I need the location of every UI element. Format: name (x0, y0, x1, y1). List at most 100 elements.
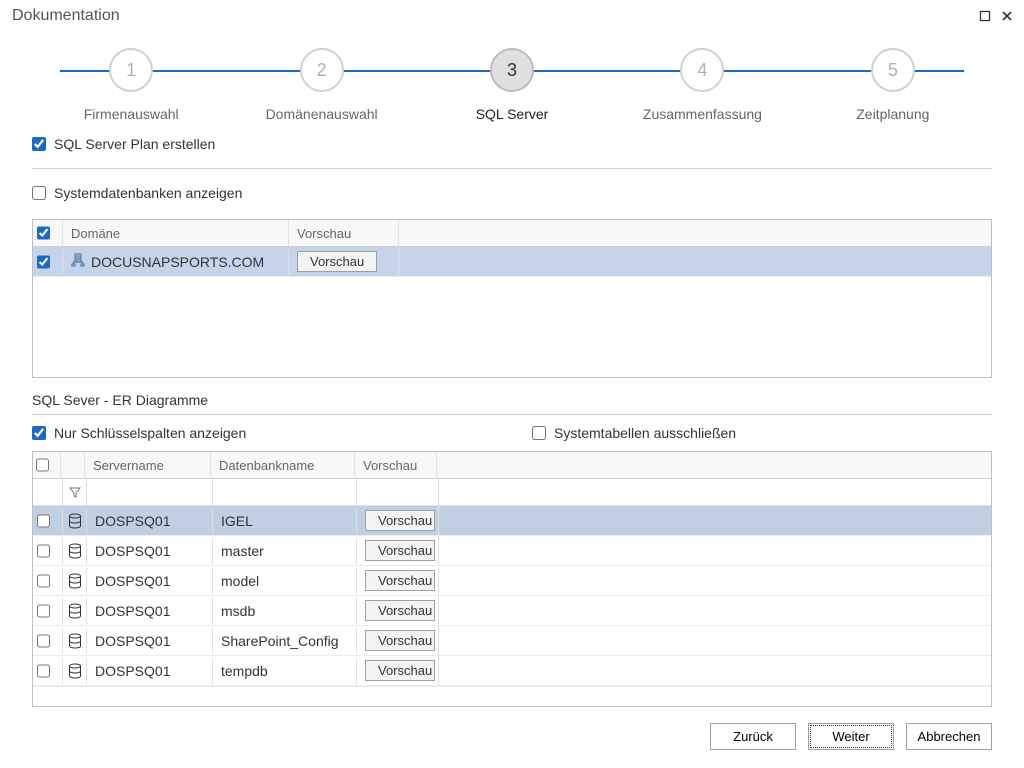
filter-server[interactable] (87, 479, 213, 505)
header-domain[interactable]: Domäne (63, 220, 289, 246)
checkbox-create-plan-input[interactable] (32, 137, 46, 151)
header-spacer (399, 220, 991, 246)
header-db[interactable]: Datenbankname (211, 452, 355, 478)
row-checkbox[interactable] (37, 634, 50, 648)
checkbox-keycols-input[interactable] (32, 426, 46, 440)
database-table: Servername Datenbankname Vorschau DOSPSQ… (32, 451, 992, 707)
database-name: IGEL (213, 508, 357, 534)
database-name: tempdb (213, 658, 357, 684)
wizard-step-number: 2 (300, 48, 344, 92)
checkbox-systables-input[interactable] (532, 426, 546, 440)
table-row[interactable]: DOSPSQ01msdb Vorschau (33, 596, 991, 626)
preview-button[interactable]: Vorschau (365, 540, 435, 561)
database-name: master (213, 538, 357, 564)
checkbox-systables[interactable]: Systemtabellen ausschließen (532, 425, 992, 441)
header-spacer (437, 452, 991, 478)
wizard-step-1[interactable]: 1 Firmenauswahl (36, 48, 226, 122)
select-all-checkbox[interactable] (37, 226, 50, 240)
database-icon (63, 568, 87, 594)
row-checkbox[interactable] (37, 255, 50, 269)
database-icon (63, 628, 87, 654)
server-name: DOSPSQ01 (87, 658, 213, 684)
table-filter-row (33, 479, 991, 506)
checkbox-keycols[interactable]: Nur Schlüsselspalten anzeigen (32, 425, 492, 441)
wizard-steps: 1 Firmenauswahl 2 Domänenauswahl 3 SQL S… (0, 32, 1024, 136)
row-checkbox[interactable] (37, 574, 50, 588)
database-name: msdb (213, 598, 357, 624)
select-all-checkbox[interactable] (36, 458, 49, 472)
titlebar: Dokumentation (0, 0, 1024, 32)
wizard-step-number: 1 (109, 48, 153, 92)
domain-name: DOCUSNAPSPORTS.COM (91, 254, 264, 270)
checkbox-show-sysdb-input[interactable] (32, 186, 46, 200)
table-header: Domäne Vorschau (33, 220, 991, 247)
preview-button[interactable]: Vorschau (365, 510, 435, 531)
cell-spacer (399, 249, 991, 275)
table-row[interactable]: DOSPSQ01model Vorschau (33, 566, 991, 596)
wizard-step-label: Zeitplanung (856, 106, 929, 122)
table-row[interactable]: DOCUSNAPSPORTS.COM Vorschau (33, 247, 991, 277)
window-title: Dokumentation (12, 7, 974, 25)
cancel-button[interactable]: Abbrechen (906, 723, 992, 750)
domain-icon (71, 253, 85, 270)
database-icon (63, 658, 87, 684)
database-icon (63, 538, 87, 564)
preview-button[interactable]: Vorschau (365, 600, 435, 621)
header-preview[interactable]: Vorschau (355, 452, 437, 478)
server-name: DOSPSQ01 (87, 628, 213, 654)
row-checkbox[interactable] (37, 604, 50, 618)
back-button[interactable]: Zurück (710, 723, 796, 750)
wizard-step-label: Domänenauswahl (266, 106, 378, 122)
wizard-step-5[interactable]: 5 Zeitplanung (798, 48, 988, 122)
next-button[interactable]: Weiter (808, 723, 894, 750)
table-row[interactable]: DOSPSQ01tempdb Vorschau (33, 656, 991, 686)
wizard-step-number: 5 (871, 48, 915, 92)
wizard-step-3[interactable]: 3 SQL Server (417, 48, 607, 122)
wizard-step-number: 4 (680, 48, 724, 92)
header-icon-col (61, 452, 85, 478)
row-checkbox[interactable] (37, 514, 50, 528)
footer-buttons: Zurück Weiter Abbrechen (0, 709, 1024, 768)
maximize-icon[interactable] (974, 5, 996, 27)
database-name: model (213, 568, 357, 594)
database-name: SharePoint_Config (213, 628, 357, 654)
filter-icon[interactable] (63, 479, 87, 505)
close-icon[interactable] (996, 5, 1018, 27)
wizard-step-label: Firmenauswahl (84, 106, 179, 122)
domain-table: Domäne Vorschau DOCUSNAPSPORTS.COM Vorsc… (32, 219, 992, 378)
header-server[interactable]: Servername (85, 452, 211, 478)
checkbox-create-plan[interactable]: SQL Server Plan erstellen (32, 136, 992, 152)
wizard-step-label: SQL Server (476, 106, 549, 122)
table-empty-space (33, 277, 991, 377)
filter-preview[interactable] (357, 479, 439, 505)
table-row[interactable]: DOSPSQ01SharePoint_Config Vorschau (33, 626, 991, 656)
server-name: DOSPSQ01 (87, 508, 213, 534)
checkbox-show-sysdb[interactable]: Systemdatenbanken anzeigen (32, 185, 992, 201)
checkbox-create-plan-label: SQL Server Plan erstellen (54, 136, 215, 152)
database-icon (63, 598, 87, 624)
preview-button[interactable]: Vorschau (297, 251, 377, 272)
server-name: DOSPSQ01 (87, 568, 213, 594)
server-name: DOSPSQ01 (87, 598, 213, 624)
wizard-step-label: Zusammenfassung (643, 106, 762, 122)
section-title-er: SQL Sever - ER Diagramme (32, 392, 992, 408)
header-preview[interactable]: Vorschau (289, 220, 399, 246)
checkbox-keycols-label: Nur Schlüsselspalten anzeigen (54, 425, 246, 441)
row-checkbox[interactable] (37, 544, 50, 558)
wizard-step-2[interactable]: 2 Domänenauswahl (226, 48, 416, 122)
preview-button[interactable]: Vorschau (365, 630, 435, 651)
server-name: DOSPSQ01 (87, 538, 213, 564)
row-checkbox[interactable] (37, 664, 50, 678)
preview-button[interactable]: Vorschau (365, 570, 435, 591)
checkbox-show-sysdb-label: Systemdatenbanken anzeigen (54, 185, 242, 201)
table-header: Servername Datenbankname Vorschau (33, 452, 991, 479)
preview-button[interactable]: Vorschau (365, 660, 435, 681)
table-row[interactable]: DOSPSQ01master Vorschau (33, 536, 991, 566)
wizard-step-4[interactable]: 4 Zusammenfassung (607, 48, 797, 122)
table-row[interactable]: DOSPSQ01IGEL Vorschau (33, 506, 991, 536)
divider (32, 168, 992, 169)
wizard-step-number: 3 (490, 48, 534, 92)
database-icon (63, 508, 87, 534)
divider (32, 414, 992, 415)
filter-db[interactable] (213, 479, 357, 505)
